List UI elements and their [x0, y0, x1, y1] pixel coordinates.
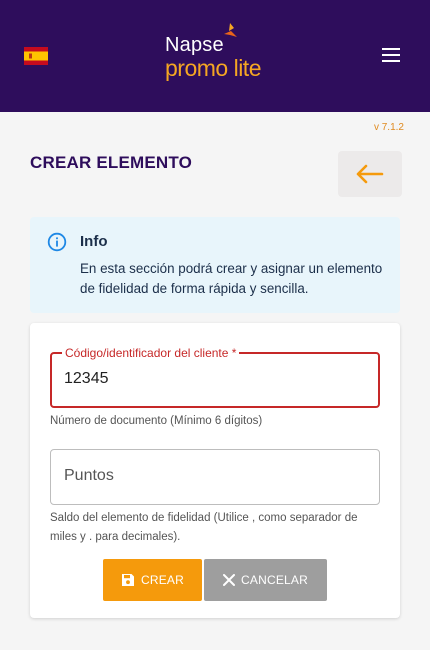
create-button[interactable]: CREAR: [103, 559, 202, 601]
points-input[interactable]: [64, 467, 364, 485]
logo-product-text: promo lite: [165, 55, 261, 81]
app-version: v 7.1.2: [373, 122, 404, 133]
info-title: Info: [80, 233, 108, 250]
spain-flag-icon[interactable]: [24, 47, 48, 65]
app-header: Napse promo lite: [0, 0, 430, 112]
customer-id-input[interactable]: [64, 370, 364, 388]
logo-brand-text: Napse: [165, 34, 224, 56]
info-panel: Info En esta sección podrá crear y asign…: [30, 217, 400, 313]
create-element-form: Código/identificador del cliente * Númer…: [30, 323, 400, 618]
arrow-left-icon: [356, 164, 384, 184]
info-circle-icon: [47, 232, 67, 252]
customer-id-label: Código/identificador del cliente *: [62, 346, 240, 360]
customer-id-hint: Número de documento (Mínimo 6 dígitos): [50, 415, 263, 427]
info-description: En esta sección podrá crear y asignar un…: [80, 261, 383, 296]
create-button-label: CREAR: [140, 573, 184, 587]
customer-id-field[interactable]: Código/identificador del cliente *: [50, 346, 380, 408]
cancel-button-label: CANCELAR: [241, 573, 308, 587]
back-button[interactable]: [338, 151, 402, 197]
close-icon: [223, 574, 236, 586]
points-hint: Saldo del elemento de fidelidad (Utilice…: [50, 512, 358, 543]
save-icon: [121, 574, 134, 586]
points-field[interactable]: [50, 449, 380, 505]
napse-logo: Napse promo lite: [165, 22, 265, 84]
cancel-button[interactable]: CANCELAR: [204, 559, 327, 601]
page-title: CREAR ELEMENTO: [30, 153, 193, 172]
hamburger-menu-icon[interactable]: [380, 48, 402, 66]
